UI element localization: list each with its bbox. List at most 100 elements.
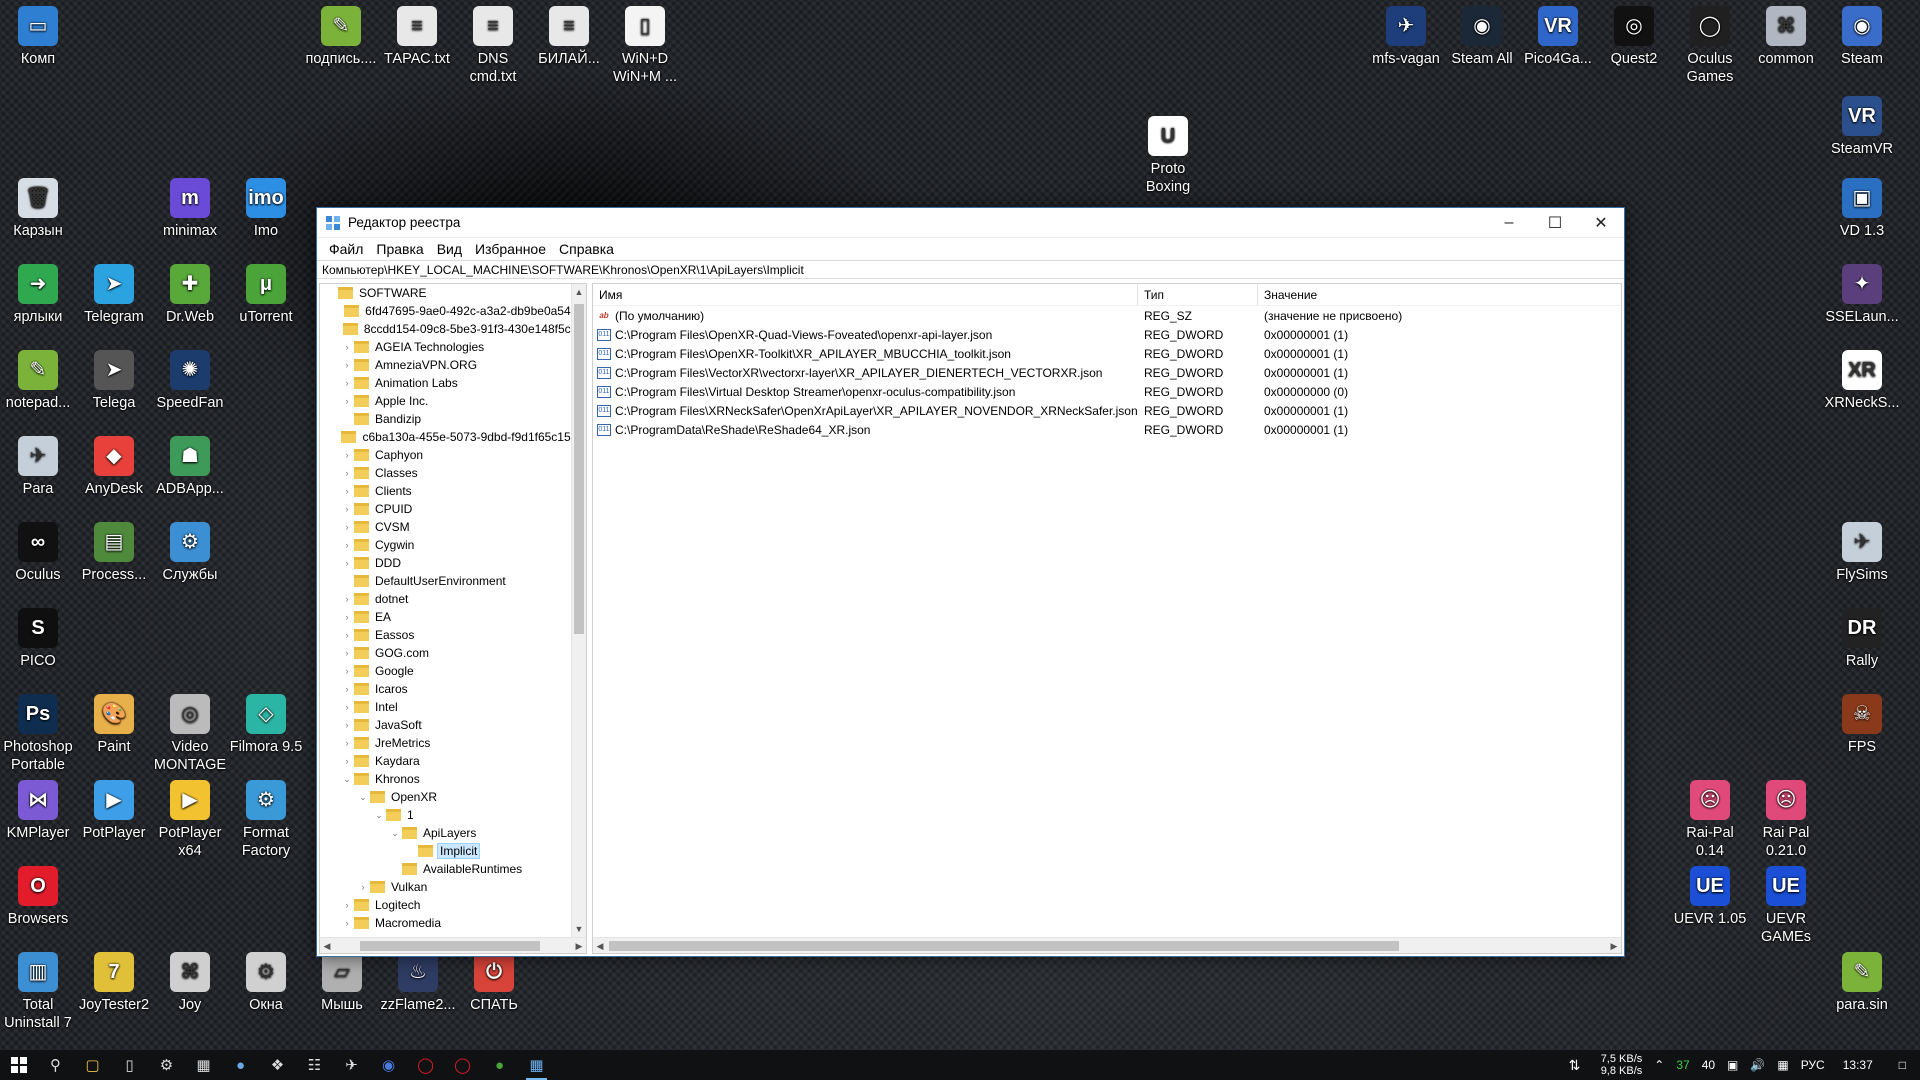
tree-item[interactable]: ⌄ Khronos xyxy=(320,770,586,788)
tree-item[interactable]: 8ccdd154-09c8-5be3-91f3-430e148f5c5e xyxy=(320,320,586,338)
desktop-icon[interactable]: ♨ zzFlame2... xyxy=(380,952,456,1014)
utorrent-icon[interactable]: ● xyxy=(481,1050,518,1080)
expand-chevron-icon[interactable]: › xyxy=(340,648,354,658)
tree-item[interactable]: SOFTWARE xyxy=(320,284,586,302)
search-icon[interactable]: ⚲ xyxy=(37,1050,74,1080)
tree-item[interactable]: › Classes xyxy=(320,464,586,482)
desktop-icon[interactable]: ◯ Oculus Games xyxy=(1672,6,1748,86)
expand-chevron-icon[interactable]: › xyxy=(340,342,354,352)
tree-item[interactable]: AvailableRuntimes xyxy=(320,860,586,878)
expand-chevron-icon[interactable]: › xyxy=(340,450,354,460)
desktop-icon[interactable]: ✚ Dr.Web xyxy=(152,264,228,326)
menu-favorites[interactable]: Избранное xyxy=(469,241,553,257)
expand-chevron-icon[interactable]: › xyxy=(340,612,354,622)
expand-chevron-icon[interactable]: › xyxy=(340,702,354,712)
tree-item[interactable]: › GOG.com xyxy=(320,644,586,662)
tree-item[interactable]: › dotnet xyxy=(320,590,586,608)
desktop-icon[interactable]: ✈ mfs-vagan xyxy=(1368,6,1444,68)
title-bar[interactable]: Редактор реестра – ☐ ✕ xyxy=(317,208,1624,238)
tray-chevron-icon[interactable]: ⌃ xyxy=(1648,1058,1670,1072)
desktop-icon[interactable]: ◉ Steam All xyxy=(1444,6,1520,68)
desktop-icon[interactable]: ⋈ KMPlayer xyxy=(0,780,76,842)
volume-icon[interactable]: 🔊 xyxy=(1744,1058,1771,1072)
tree-item[interactable]: › Vulkan xyxy=(320,878,586,896)
desktop-icon[interactable]: ∞ Oculus xyxy=(0,522,76,584)
table-row[interactable]: 011 C:\Program Files\Virtual Desktop Stre… xyxy=(593,382,1621,401)
scroll-right-icon[interactable]: ▶ xyxy=(572,938,586,953)
desktop-icon[interactable]: ✈ Para xyxy=(0,436,76,498)
maximize-button[interactable]: ☐ xyxy=(1532,208,1578,238)
file-explorer-icon[interactable]: ▢ xyxy=(74,1050,111,1080)
menu-edit[interactable]: Правка xyxy=(370,241,430,257)
expand-chevron-icon[interactable]: › xyxy=(340,558,354,568)
tree-item[interactable]: Implicit xyxy=(320,842,586,860)
tree-item[interactable]: › Animation Labs xyxy=(320,374,586,392)
desktop-icon[interactable]: ▶ PotPlayer x64 xyxy=(152,780,228,860)
expand-chevron-icon[interactable]: › xyxy=(356,882,370,892)
expand-chevron-icon[interactable]: › xyxy=(340,738,354,748)
settings-tool-icon[interactable]: ⚙ xyxy=(148,1050,185,1080)
desktop-icon[interactable]: ◎ Video MONTAGE xyxy=(152,694,228,774)
gamepad-icon[interactable]: ☷ xyxy=(296,1050,333,1080)
desktop-icon[interactable]: 🎨 Paint xyxy=(76,694,152,756)
tree-item[interactable]: ⌄ ApiLayers xyxy=(320,824,586,842)
expand-chevron-icon[interactable]: › xyxy=(340,486,354,496)
menu-view[interactable]: Вид xyxy=(431,241,469,257)
expand-chevron-icon[interactable]: › xyxy=(340,666,354,676)
tree-item[interactable]: › DDD xyxy=(320,554,586,572)
expand-chevron-icon[interactable]: › xyxy=(340,900,354,910)
expand-chevron-icon[interactable]: › xyxy=(340,756,354,766)
desktop-icon[interactable]: ▣ VD 1.3 xyxy=(1824,178,1900,240)
scroll-down-icon[interactable]: ▼ xyxy=(572,921,586,937)
desktop-icon[interactable]: ⚙ Окна xyxy=(228,952,304,1014)
tree-item[interactable]: › Macromedia xyxy=(320,914,586,932)
desktop-icon[interactable]: ⌘ common xyxy=(1748,6,1824,68)
expand-chevron-icon[interactable]: › xyxy=(340,378,354,388)
tree-item[interactable]: › Logitech xyxy=(320,896,586,914)
scroll-right-icon[interactable]: ▶ xyxy=(1607,938,1621,953)
regedit-taskbar-icon[interactable]: ▦ xyxy=(518,1050,555,1080)
desktop-icon[interactable]: ◎ Quest2 xyxy=(1596,6,1672,68)
desktop-icon[interactable]: DR Rally xyxy=(1824,608,1900,670)
desktop-icon[interactable]: XR XRNeckS... xyxy=(1824,350,1900,412)
app-tag-icon[interactable]: ❖ xyxy=(259,1050,296,1080)
table-row[interactable]: ab (По умолчанию) REG_SZ (значение не присв… xyxy=(593,306,1621,325)
tree-item[interactable]: › Cygwin xyxy=(320,536,586,554)
tree-item[interactable]: › Icaros xyxy=(320,680,586,698)
scroll-left-icon[interactable]: ◀ xyxy=(320,938,334,953)
tree-item[interactable]: DefaultUserEnvironment xyxy=(320,572,586,590)
desktop-icon[interactable]: ◉ Steam xyxy=(1824,6,1900,68)
tree-item[interactable]: › Caphyon xyxy=(320,446,586,464)
ime-icon[interactable]: ▦ xyxy=(1771,1058,1794,1072)
minimize-button[interactable]: – xyxy=(1486,208,1532,238)
desktop-icon[interactable]: ▶ PotPlayer xyxy=(76,780,152,842)
scroll-thumb[interactable] xyxy=(360,941,540,951)
desktop-icon[interactable]: ☹ Rai Pal 0.21.0 xyxy=(1748,780,1824,860)
list-horizontal-scrollbar[interactable]: ◀ ▶ xyxy=(593,937,1621,953)
tree-item[interactable]: › CPUID xyxy=(320,500,586,518)
tree-item[interactable]: 6fd47695-9ae0-492c-a3a2-db9be0a547d xyxy=(320,302,586,320)
tree-item[interactable]: › Intel xyxy=(320,698,586,716)
tree-vertical-scrollbar[interactable]: ▲ ▼ xyxy=(571,284,586,937)
clock[interactable]: 13:37 xyxy=(1831,1058,1885,1072)
expand-chevron-icon[interactable]: › xyxy=(340,522,354,532)
desktop-icon[interactable]: ⏻ СПАТЬ xyxy=(456,952,532,1014)
desktop-icon[interactable]: ▯ WiN+D WiN+M ... xyxy=(607,6,683,86)
scroll-up-icon[interactable]: ▲ xyxy=(572,284,586,300)
scroll-thumb[interactable] xyxy=(574,304,584,634)
desktop-icon[interactable]: UE UEVR GAMEs xyxy=(1748,866,1824,946)
expand-chevron-icon[interactable]: › xyxy=(340,468,354,478)
column-type[interactable]: Тип xyxy=(1138,284,1258,306)
desktop-icon[interactable]: ☹ Rai-Pal 0.14 xyxy=(1672,780,1748,860)
expand-chevron-icon[interactable]: › xyxy=(340,918,354,928)
tree-item[interactable]: ⌄ OpenXR xyxy=(320,788,586,806)
tree-item[interactable]: › Apple Inc. xyxy=(320,392,586,410)
desktop-icon[interactable]: O Browsers xyxy=(0,866,76,928)
scroll-left-icon[interactable]: ◀ xyxy=(593,938,607,953)
calculator-icon[interactable]: ▦ xyxy=(185,1050,222,1080)
desktop-icon[interactable]: VR SteamVR xyxy=(1824,96,1900,158)
tree-item[interactable]: › Eassos xyxy=(320,626,586,644)
desktop-icon[interactable]: ✎ para.sin xyxy=(1824,952,1900,1014)
notepad-icon[interactable]: ▯ xyxy=(111,1050,148,1080)
tree-item[interactable]: ⌄ 1 xyxy=(320,806,586,824)
